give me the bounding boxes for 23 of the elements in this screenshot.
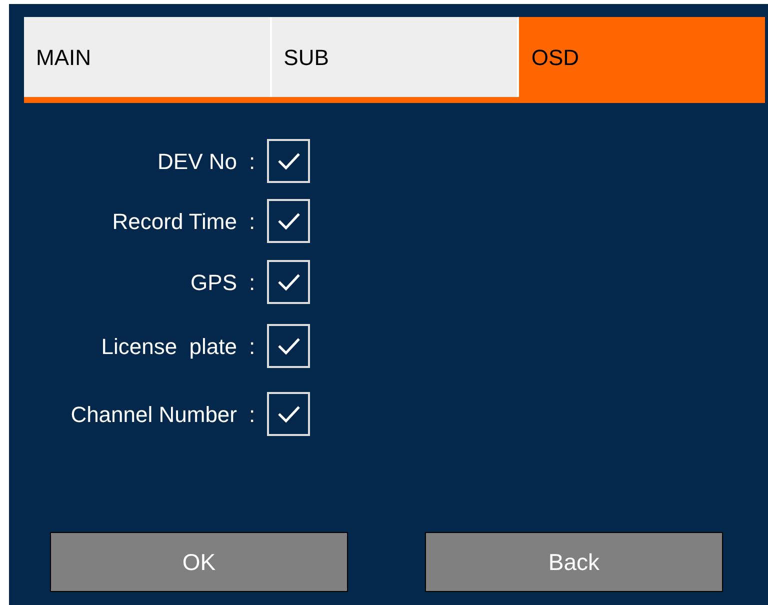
option-label: GPS	[190, 268, 237, 296]
colon: :	[248, 400, 256, 428]
checkmark-icon	[276, 405, 300, 423]
tab[interactable]: OSD	[517, 17, 766, 97]
colon: :	[248, 148, 256, 176]
colon: :	[248, 208, 256, 236]
option-label: Record Time	[111, 208, 237, 236]
option-label: Channel Number	[70, 400, 237, 428]
checkbox[interactable]	[267, 324, 310, 368]
dialog-button[interactable]: OK	[50, 532, 348, 592]
option-label: DEV No	[156, 148, 237, 176]
colon: :	[248, 268, 256, 296]
colon: :	[248, 332, 256, 360]
checkbox[interactable]	[267, 260, 310, 304]
option-label: License plate	[100, 332, 237, 361]
checkmark-icon	[276, 152, 300, 170]
dialog-button[interactable]: Back	[425, 532, 723, 592]
checkbox[interactable]	[267, 392, 310, 436]
checkbox[interactable]	[267, 139, 310, 183]
checkmark-icon	[276, 212, 300, 230]
checkbox[interactable]	[267, 199, 310, 243]
checkmark-icon	[276, 337, 300, 355]
checkmark-icon	[276, 273, 300, 291]
